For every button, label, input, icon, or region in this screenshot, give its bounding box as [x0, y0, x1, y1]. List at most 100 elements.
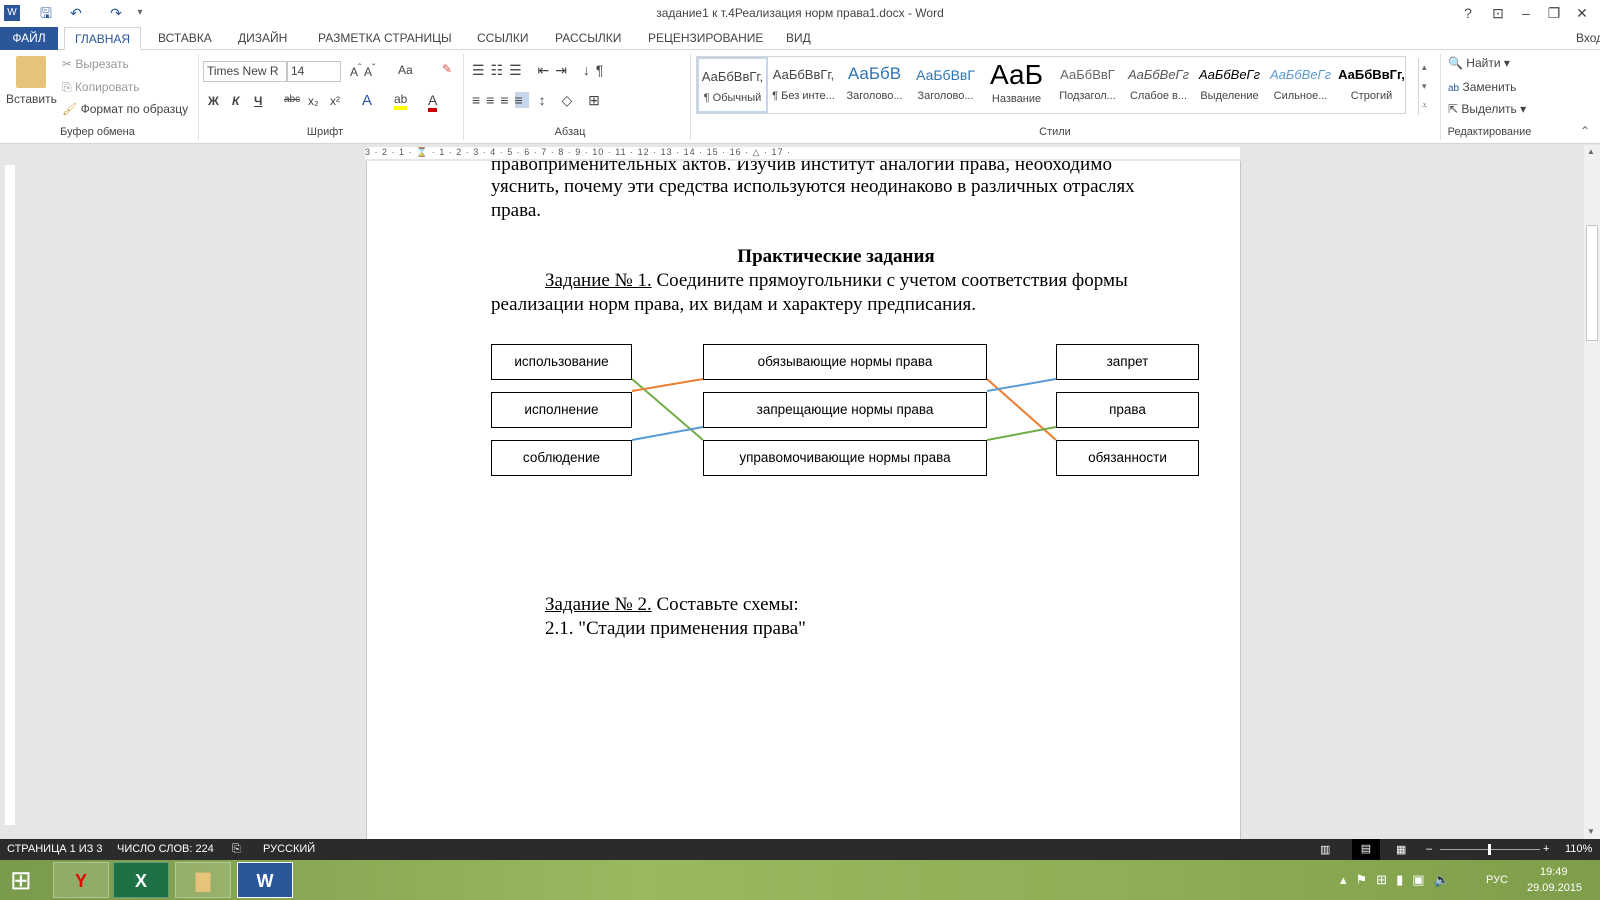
word-taskbar-icon[interactable]: W	[237, 862, 293, 898]
style-strong[interactable]: АаБбВвГг, Строгий	[1336, 57, 1407, 113]
help-button[interactable]: ?	[1456, 3, 1480, 23]
ribbon-tabs: ФАЙЛ ГЛАВНАЯ ВСТАВКА ДИЗАЙН РАЗМЕТКА СТР…	[0, 27, 1600, 50]
align-buttons-icon[interactable]: ≡≡≡≡ ↕ ◇ ⊞	[472, 92, 606, 109]
scroll-down-icon[interactable]: ▼	[1587, 827, 1595, 836]
box-execution[interactable]: исполнение	[491, 392, 632, 428]
box-usage[interactable]: использование	[491, 344, 632, 380]
read-mode-icon[interactable]: ▥	[1320, 843, 1330, 856]
find-icon: 🔍	[1448, 56, 1463, 70]
highlight-icon[interactable]: ab	[394, 92, 408, 110]
superscript-button[interactable]: x²	[330, 94, 340, 108]
language-indicator[interactable]: РУССКИЙ	[263, 843, 315, 855]
line-compliance-prohibiting	[631, 426, 704, 441]
windows-start-icon[interactable]: ⊞	[10, 866, 32, 894]
paste-icon[interactable]	[16, 56, 46, 88]
horizontal-ruler[interactable]: 3 · 2 · 1 · ⌛ · 1 · 2 · 3 · 4 · 5 · 6 · …	[20, 145, 1584, 161]
copy-button[interactable]: Копировать	[75, 80, 140, 94]
tab-home[interactable]: ГЛАВНАЯ	[64, 27, 142, 50]
tab-mailings[interactable]: РАССЫЛКИ	[545, 27, 631, 50]
clock-date[interactable]: 29.09.2015	[1527, 882, 1582, 894]
excel-icon[interactable]: X	[113, 862, 169, 898]
replace-button[interactable]: Заменить	[1462, 80, 1516, 94]
ribbon-options-icon[interactable]: ⊡	[1486, 3, 1510, 23]
zoom-level[interactable]: 110%	[1565, 843, 1592, 855]
font-name-input[interactable]: Times New R	[203, 61, 287, 82]
style-intense-emphasis[interactable]: АаБбВеГг Сильное...	[1265, 57, 1336, 113]
line-execution-obliging	[631, 378, 704, 392]
scrollbar-thumb[interactable]	[1586, 225, 1598, 341]
scroll-up-icon[interactable]: ▲	[1587, 147, 1595, 156]
line-empowering-rights	[986, 426, 1057, 441]
box-prohibiting-norms[interactable]: запрещающие нормы права	[703, 392, 987, 428]
styles-gallery: АаБбВвГг, ¶ Обычный АаБбВвГг, ¶ Без инте..…	[696, 56, 1406, 114]
taskbar: ⊞ Y X ▇ W ▴⚑⊞▮▣🔈 РУС 19:49 29.09.2015	[0, 860, 1600, 900]
style-title[interactable]: АаБ Название	[981, 57, 1052, 113]
title-bar: W 🖫 ↶ ↷ ▾ задание1 к т.4Реализация норм …	[0, 0, 1600, 27]
styles-scroll-icon[interactable]: ▴ ▾ ⩡	[1418, 58, 1427, 115]
tab-layout[interactable]: РАЗМЕТКА СТРАНИЦЫ	[308, 27, 462, 50]
vertical-scrollbar[interactable]: ▲ ▼	[1584, 145, 1600, 839]
strikethrough-button[interactable]: abc	[284, 94, 300, 105]
sign-in-link[interactable]: Вход	[1566, 27, 1600, 50]
style-normal[interactable]: АаБбВвГг, ¶ Обычный	[697, 57, 768, 113]
cut-button[interactable]: Вырезать	[75, 57, 128, 71]
tray-icons[interactable]: ▴⚑⊞▮▣🔈	[1340, 872, 1459, 888]
italic-button[interactable]: К	[232, 94, 239, 108]
clock-time[interactable]: 19:49	[1540, 866, 1568, 878]
box-ban[interactable]: запрет	[1056, 344, 1199, 380]
connection-lines	[631, 378, 1057, 441]
zoom-in-button[interactable]: +	[1543, 843, 1549, 855]
collapse-ribbon-icon[interactable]: ⌃	[1580, 124, 1590, 138]
style-subtitle[interactable]: АаБбВвГ Подзагол...	[1052, 57, 1123, 113]
change-case-button[interactable]: Aa	[398, 63, 413, 77]
text-effects-icon[interactable]: A	[362, 92, 372, 109]
file-explorer-icon[interactable]: ▇	[175, 862, 231, 898]
select-button[interactable]: Выделить	[1461, 102, 1516, 116]
web-layout-icon[interactable]: ▦	[1396, 843, 1406, 856]
clear-format-icon[interactable]: ✎	[442, 62, 452, 76]
style-subtle-emphasis[interactable]: АаБбВеГг Слабое в...	[1123, 57, 1194, 113]
document-page[interactable]: правоприменительных актов. Изучив инстит…	[366, 161, 1241, 839]
word-count[interactable]: ЧИСЛО СЛОВ: 224	[117, 843, 214, 855]
ribbon: Вставить ✂ Вырезать ⎘ Копировать 🖌 Форма…	[0, 50, 1600, 144]
vertical-ruler[interactable]	[0, 145, 20, 839]
format-painter-icon: 🖌	[62, 102, 78, 116]
box-rights[interactable]: права	[1056, 392, 1199, 428]
editing-group-label: Редактирование	[1447, 126, 1532, 138]
tab-references[interactable]: ССЫЛКИ	[467, 27, 538, 50]
tab-view[interactable]: ВИД	[776, 27, 821, 50]
print-layout-icon[interactable]: ▤	[1352, 839, 1380, 860]
clipboard-group-label: Буфер обмена	[60, 126, 135, 138]
tab-insert[interactable]: ВСТАВКА	[148, 27, 222, 50]
zoom-slider-thumb[interactable]	[1488, 844, 1491, 855]
find-button[interactable]: Найти	[1466, 56, 1500, 70]
style-heading1[interactable]: АаБбВ Заголово...	[839, 57, 910, 113]
box-obliging-norms[interactable]: обязывающие нормы права	[703, 344, 987, 380]
box-empowering-norms[interactable]: управомочивающие нормы права	[703, 440, 987, 476]
tab-design[interactable]: ДИЗАЙН	[228, 27, 297, 50]
font-color-icon[interactable]: A	[428, 92, 438, 112]
proofing-icon[interactable]: ⎘	[232, 843, 241, 856]
page-count[interactable]: СТРАНИЦА 1 ИЗ 3	[7, 843, 103, 855]
bold-button[interactable]: Ж	[208, 94, 219, 108]
restore-button[interactable]: ❐	[1542, 3, 1566, 23]
subscript-button[interactable]: x₂	[308, 94, 319, 108]
list-buttons-icon[interactable]: ☰☷☰ ⇤⇥ ↓¶	[472, 62, 609, 79]
tab-file[interactable]: ФАЙЛ	[0, 27, 58, 50]
minimize-button[interactable]: –	[1514, 3, 1538, 23]
font-size-input[interactable]: 14	[287, 61, 341, 82]
box-compliance[interactable]: соблюдение	[491, 440, 632, 476]
paste-button[interactable]: Вставить	[6, 92, 57, 106]
tab-review[interactable]: РЕЦЕНЗИРОВАНИЕ	[638, 27, 773, 50]
zoom-out-button[interactable]: –	[1426, 843, 1432, 855]
grow-font-icon[interactable]: Aˆ Aˇ	[350, 63, 375, 79]
yandex-browser-icon[interactable]: Y	[53, 862, 109, 898]
box-duties[interactable]: обязанности	[1056, 440, 1199, 476]
style-emphasis[interactable]: АаБбВеГг Выделение	[1194, 57, 1265, 113]
underline-button[interactable]: Ч	[254, 94, 262, 108]
input-language[interactable]: РУС	[1486, 874, 1508, 886]
format-painter-button[interactable]: Формат по образцу	[81, 102, 189, 116]
style-no-spacing[interactable]: АаБбВвГг, ¶ Без инте...	[768, 57, 839, 113]
style-heading2[interactable]: АаБбВвГ Заголово...	[910, 57, 981, 113]
close-button[interactable]: ✕	[1570, 3, 1594, 23]
